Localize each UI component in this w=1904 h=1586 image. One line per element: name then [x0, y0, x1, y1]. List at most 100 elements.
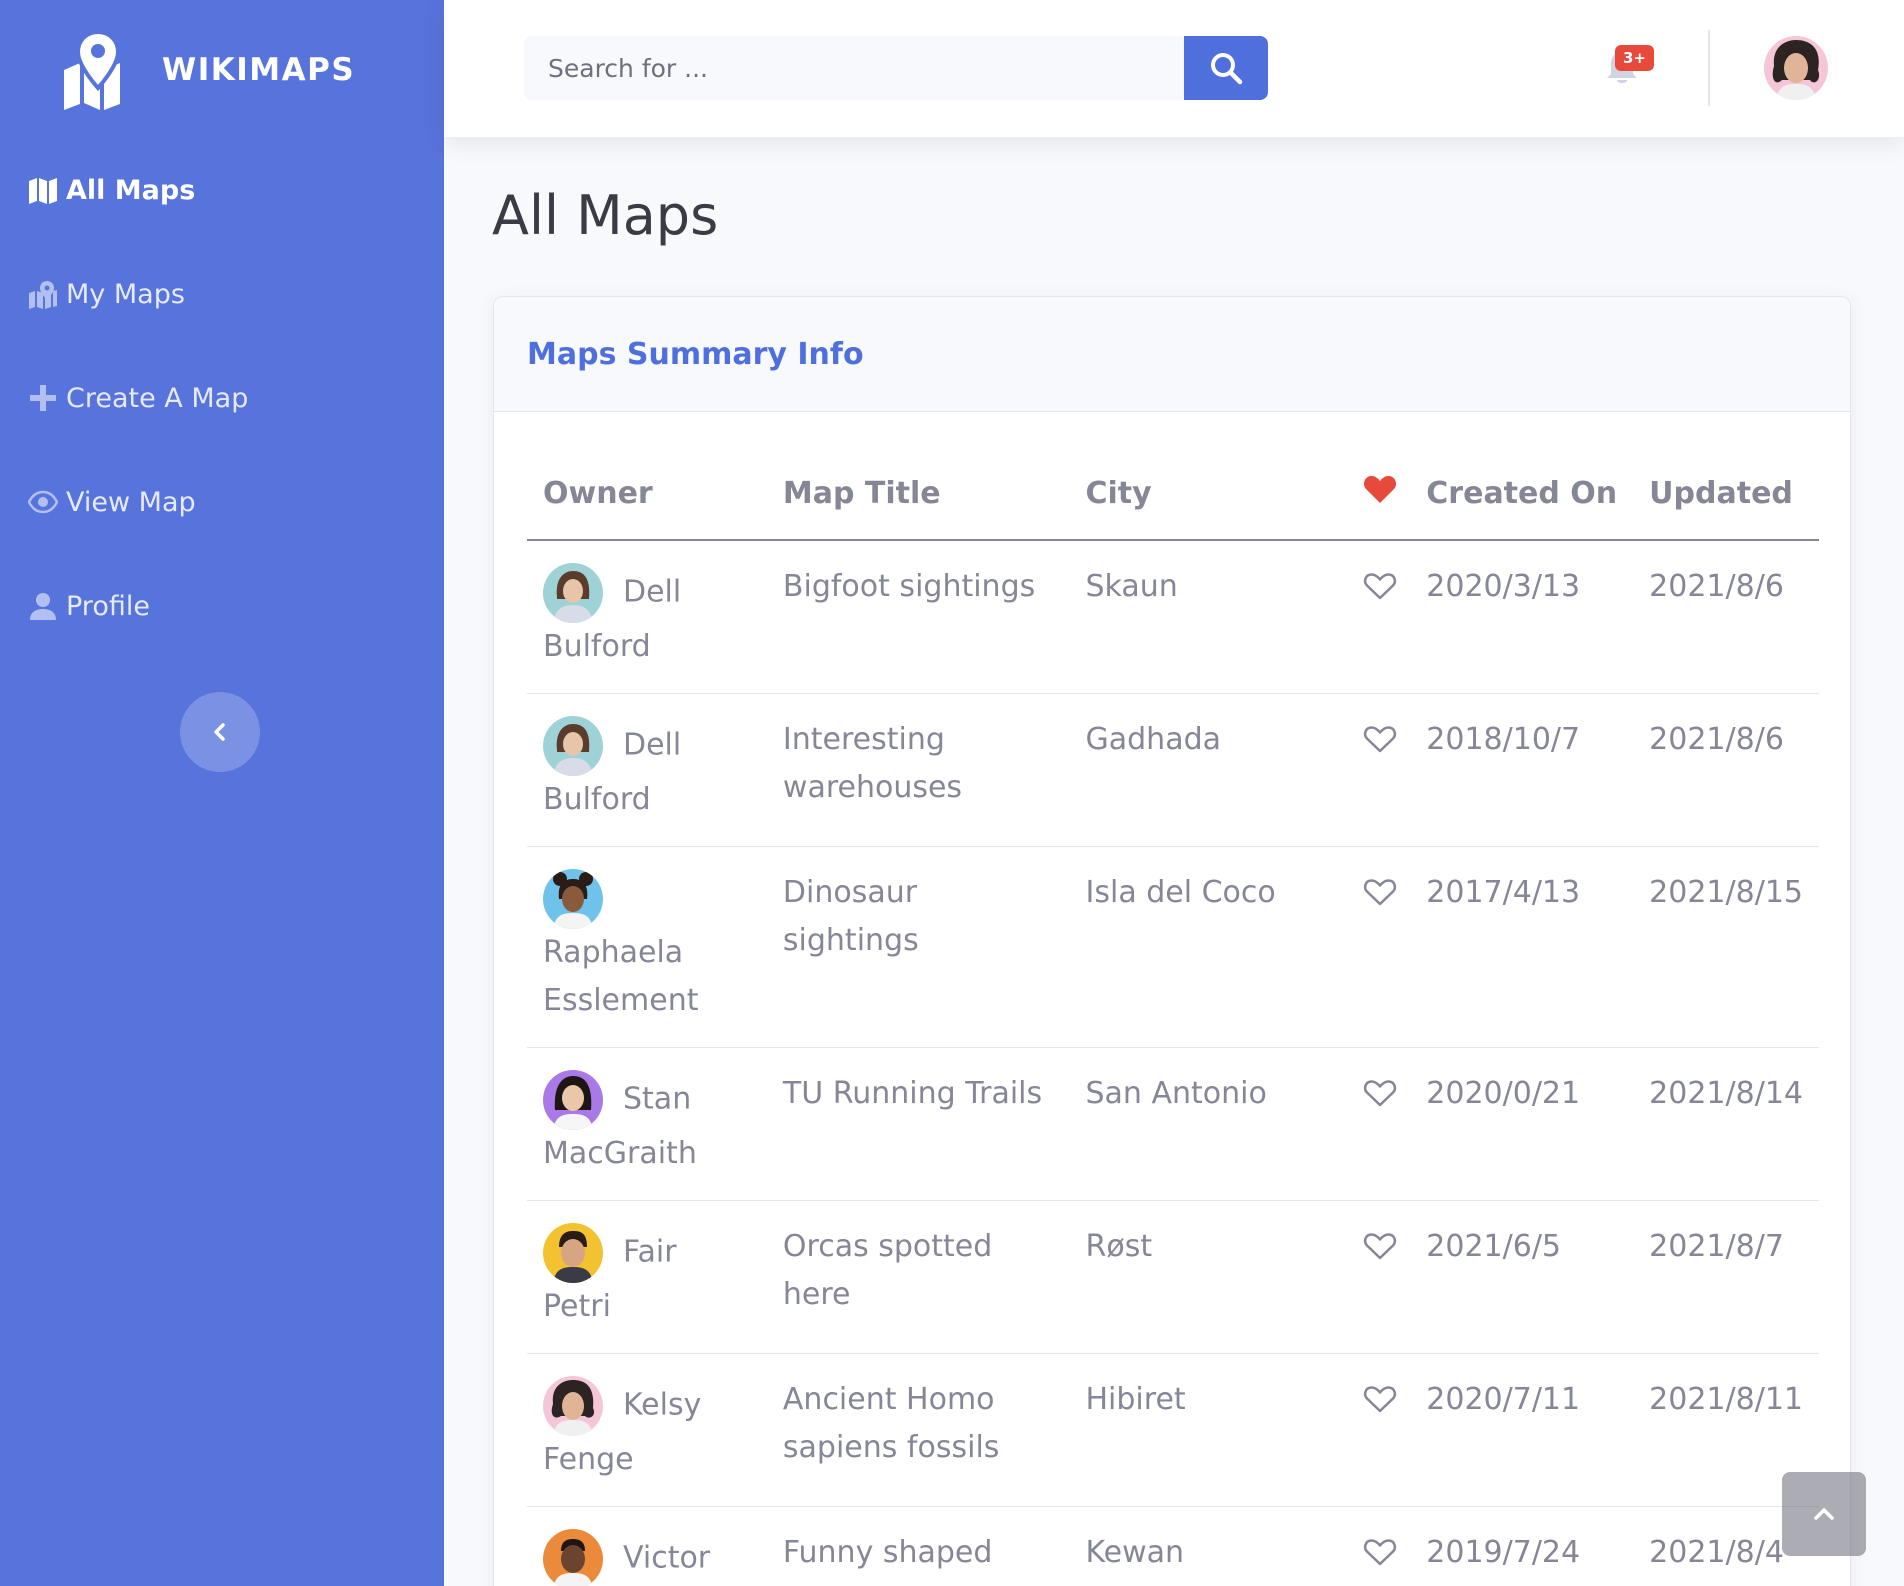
sidebar-item-label: Profile: [66, 590, 150, 622]
table-row: Dell Bulford Interesting warehouses Gadh…: [527, 693, 1819, 847]
search-button[interactable]: [1184, 36, 1268, 100]
created-on-cell: 2020/3/13: [1410, 540, 1634, 694]
heart-outline-icon[interactable]: [1363, 724, 1397, 754]
owner-avatar[interactable]: [543, 716, 603, 776]
owner-avatar[interactable]: [543, 563, 603, 623]
column-header-city[interactable]: City: [1069, 447, 1350, 541]
column-header-map-title[interactable]: Map Title: [766, 447, 1070, 541]
owner-avatar[interactable]: [543, 1223, 603, 1283]
favorite-cell: [1349, 846, 1411, 1048]
owner-name: Raphaela Esslement: [543, 935, 699, 1018]
sidebar-item-create-map[interactable]: Create A Map: [28, 374, 248, 422]
owner-avatar[interactable]: [543, 1070, 603, 1130]
table-row: Kelsy Fenge Ancient Homo sapiens fossils…: [527, 1353, 1819, 1507]
card-title: Maps Summary Info: [527, 336, 864, 372]
table-row: Stan MacGraith TU Running Trails San Ant…: [527, 1047, 1819, 1201]
owner-cell: Fair Petri: [527, 1200, 767, 1354]
search-form: [524, 36, 1268, 100]
scroll-to-top-button[interactable]: [1782, 1472, 1866, 1556]
updated-cell: 2021/8/6: [1633, 540, 1819, 694]
map-title-cell[interactable]: Ancient Homo sapiens fossils: [766, 1353, 1070, 1507]
favorite-cell: [1349, 1506, 1411, 1586]
map-title-cell[interactable]: Interesting warehouses: [766, 693, 1070, 847]
city-cell: Isla del Coco: [1069, 846, 1350, 1048]
owner-cell: Dell Bulford: [527, 540, 767, 694]
city-cell: Gadhada: [1069, 693, 1350, 847]
sidebar-item-label: My Maps: [66, 278, 185, 310]
heart-outline-icon[interactable]: [1363, 1384, 1397, 1414]
topbar-divider: [1708, 30, 1710, 106]
page-title: All Maps: [492, 184, 719, 247]
updated-cell: 2021/8/6: [1633, 693, 1819, 847]
sidebar-item-my-maps[interactable]: My Maps: [28, 270, 185, 318]
favorite-cell: [1349, 1047, 1411, 1201]
search-icon: [1211, 53, 1243, 85]
heart-outline-icon[interactable]: [1363, 571, 1397, 601]
heart-outline-icon[interactable]: [1363, 1537, 1397, 1567]
owner-avatar[interactable]: [543, 1376, 603, 1436]
updated-cell: 2021/8/15: [1633, 846, 1819, 1048]
created-on-cell: 2020/0/21: [1410, 1047, 1634, 1201]
sidebar-item-all-maps[interactable]: All Maps: [28, 166, 195, 214]
owner-cell: Stan MacGraith: [527, 1047, 767, 1201]
created-on-cell: 2018/10/7: [1410, 693, 1634, 847]
table-header-row: Owner Map Title City Created On Updated: [527, 447, 1819, 541]
card-header: Maps Summary Info: [494, 297, 1850, 412]
plus-icon: [30, 385, 56, 411]
user-icon: [30, 593, 56, 620]
updated-cell: 2021/8/7: [1633, 1200, 1819, 1354]
brand[interactable]: WIKIMAPS: [58, 30, 355, 110]
favorite-cell: [1349, 540, 1411, 694]
brand-name: WIKIMAPS: [162, 52, 356, 88]
map-icon: [29, 178, 57, 204]
heart-outline-icon[interactable]: [1363, 877, 1397, 907]
sidebar-item-label: Create A Map: [66, 382, 249, 414]
heart-icon: [1364, 476, 1397, 503]
created-on-cell: 2021/6/5: [1410, 1200, 1634, 1354]
city-cell: Hibiret: [1069, 1353, 1350, 1507]
maps-table: Owner Map Title City Created On Updated …: [527, 447, 1819, 1586]
sidebar-item-profile[interactable]: Profile: [28, 582, 150, 630]
map-title-cell[interactable]: Orcas spotted here: [766, 1200, 1070, 1354]
user-avatar[interactable]: [1764, 36, 1828, 100]
created-on-cell: 2020/7/11: [1410, 1353, 1634, 1507]
owner-avatar[interactable]: [543, 869, 603, 929]
table-row: Dell Bulford Bigfoot sightings Skaun 202…: [527, 540, 1819, 694]
sidebar-toggle-button[interactable]: [180, 692, 260, 772]
column-header-owner[interactable]: Owner: [527, 447, 767, 541]
topbar: 3+: [444, 0, 1904, 137]
heart-outline-icon[interactable]: [1363, 1078, 1397, 1108]
map-title-cell[interactable]: Funny shaped dunes: [766, 1506, 1070, 1586]
sidebar-item-view-map[interactable]: View Map: [28, 478, 196, 526]
avatar-image: [1764, 36, 1828, 100]
owner-avatar[interactable]: [543, 1529, 603, 1586]
map-title-cell[interactable]: Bigfoot sightings: [766, 540, 1070, 694]
eye-icon: [28, 490, 58, 514]
map-marker-logo-icon: [64, 30, 121, 110]
created-on-cell: 2019/7/24: [1410, 1506, 1634, 1586]
city-cell: Kewan: [1069, 1506, 1350, 1586]
owner-cell: Kelsy Fenge: [527, 1353, 767, 1507]
city-cell: Røst: [1069, 1200, 1350, 1354]
city-cell: Skaun: [1069, 540, 1350, 694]
column-header-created-on[interactable]: Created On: [1410, 447, 1634, 541]
sidebar-item-label: All Maps: [66, 174, 196, 206]
city-cell: San Antonio: [1069, 1047, 1350, 1201]
sidebar: WIKIMAPS All Maps My Maps Create A Map V…: [0, 0, 444, 1586]
sidebar-item-label: View Map: [66, 486, 196, 518]
heart-outline-icon[interactable]: [1363, 1231, 1397, 1261]
chevron-up-icon: [1814, 1508, 1834, 1520]
table-row: Fair Petri Orcas spotted here Røst 2021/…: [527, 1200, 1819, 1354]
column-header-favorite[interactable]: [1349, 447, 1411, 541]
favorite-cell: [1349, 1353, 1411, 1507]
favorite-cell: [1349, 1200, 1411, 1354]
column-header-updated[interactable]: Updated: [1633, 447, 1819, 541]
search-input[interactable]: [524, 36, 1184, 100]
map-title-cell[interactable]: TU Running Trails: [766, 1047, 1070, 1201]
created-on-cell: 2017/4/13: [1410, 846, 1634, 1048]
favorite-cell: [1349, 693, 1411, 847]
maps-summary-card: Maps Summary Info Owner Map Title City C…: [493, 296, 1851, 1586]
owner-cell: Victor Wimbush: [527, 1506, 767, 1586]
map-title-cell[interactable]: Dinosaur sightings: [766, 846, 1070, 1048]
updated-cell: 2021/8/14: [1633, 1047, 1819, 1201]
